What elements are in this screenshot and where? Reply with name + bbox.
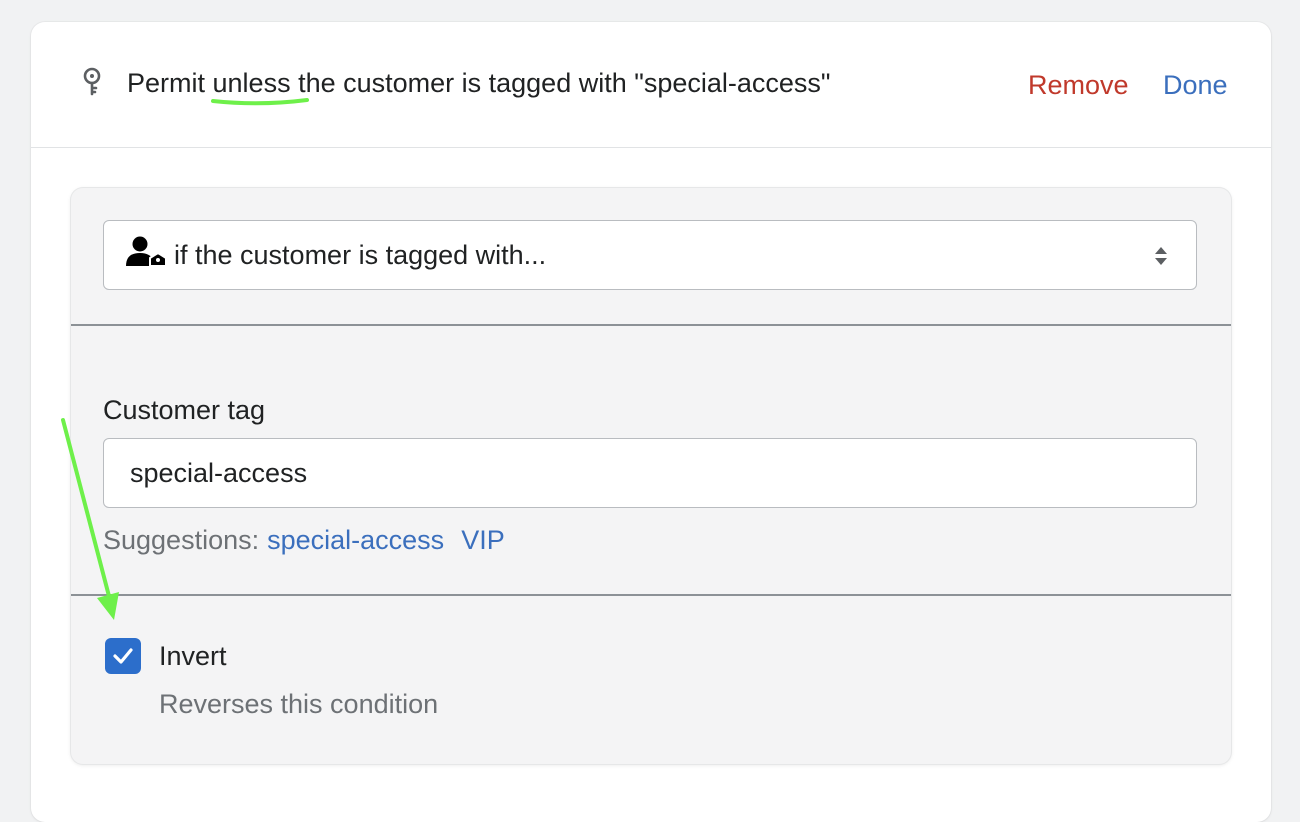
condition-select-value: if the customer is tagged with... — [174, 240, 547, 270]
invert-help-text: Reverses this condition — [159, 689, 439, 719]
tag-suggestions: Suggestions: special-access VIP — [103, 523, 505, 557]
checkmark-icon — [113, 648, 133, 664]
key-icon — [79, 67, 105, 97]
suggestions-label: Suggestions: — [103, 525, 260, 555]
customer-tag-label: Customer tag — [103, 395, 266, 425]
rule-header: Permit unless the customer is tagged wit… — [31, 22, 1271, 148]
suggestion-special-access[interactable]: special-access — [267, 525, 444, 555]
invert-label: Invert — [159, 641, 227, 671]
rule-summary-suffix: the customer is tagged with "special-acc… — [290, 68, 831, 98]
rule-summary-keyword: unless — [212, 68, 291, 98]
select-arrows-icon — [1154, 245, 1168, 267]
suggestion-vip[interactable]: VIP — [461, 525, 505, 555]
invert-checkbox[interactable] — [105, 638, 141, 674]
rule-summary: Permit unless the customer is tagged wit… — [127, 66, 830, 100]
panel-divider — [71, 324, 1231, 326]
condition-select[interactable]: if the customer is tagged with... — [103, 220, 1197, 290]
remove-button[interactable]: Remove — [1028, 68, 1129, 102]
customer-tag-icon — [126, 236, 168, 270]
customer-tag-input[interactable] — [103, 438, 1197, 508]
rule-card: Permit unless the customer is tagged wit… — [31, 22, 1271, 822]
condition-panel: if the customer is tagged with... Custom… — [71, 188, 1231, 764]
done-button[interactable]: Done — [1163, 68, 1228, 102]
rule-summary-prefix: Permit — [127, 68, 213, 98]
panel-divider — [71, 594, 1231, 596]
